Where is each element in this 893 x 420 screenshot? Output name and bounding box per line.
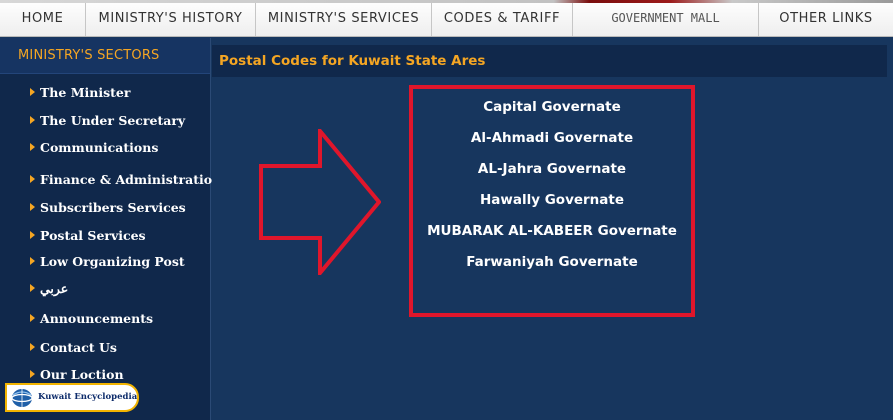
sidebar-item-label: Subscribers Services — [40, 200, 186, 215]
sidebar-item-communications[interactable]: Communications — [30, 137, 158, 155]
bullet-triangle-icon — [30, 116, 35, 124]
sidebar: MINISTRY'S SECTORS The Minister The Unde… — [0, 38, 221, 420]
sidebar-item-our-location[interactable]: Our Loction — [30, 364, 124, 382]
bullet-triangle-icon — [30, 314, 35, 322]
bullet-triangle-icon — [30, 370, 35, 378]
bullet-triangle-icon — [30, 143, 35, 151]
nav-codes-tariff[interactable]: CODES & TARIFF — [432, 3, 573, 36]
sidebar-item-announcements[interactable]: Announcements — [30, 308, 153, 326]
link-al-jahra-governorate[interactable]: AL-Jahra Governate — [413, 161, 691, 177]
nav-government-mall[interactable]: GOVERNMENT MALL — [573, 3, 759, 36]
globe-icon — [11, 389, 33, 407]
sidebar-item-label: Contact Us — [40, 340, 117, 355]
link-capital-governorate[interactable]: Capital Governate — [413, 99, 691, 115]
sidebar-item-label: Low Organizing Post — [40, 254, 185, 269]
main-content: Postal Codes for Kuwait State Ares Capit… — [212, 38, 893, 420]
bullet-triangle-icon — [30, 88, 35, 96]
red-arrow-right-icon — [259, 129, 381, 275]
sidebar-item-label: Communications — [40, 140, 159, 155]
sidebar-item-subscribers-services[interactable]: Subscribers Services — [30, 197, 186, 215]
kuwait-encyclopedia-badge[interactable]: Kuwait Encyclopedia — [5, 383, 139, 412]
sidebar-item-finance-administration[interactable]: Finance & Administration — [30, 169, 221, 187]
link-mubarak-al-kabeer-governorate[interactable]: MUBARAK AL-KABEER Governate — [413, 223, 691, 239]
content-header: Postal Codes for Kuwait State Ares — [212, 45, 887, 77]
nav-ministry-history[interactable]: MINISTRY'S HISTORY — [86, 3, 256, 36]
bullet-triangle-icon — [30, 343, 35, 351]
nav-ministry-services[interactable]: MINISTRY'S SERVICES — [256, 3, 432, 36]
sidebar-header: MINISTRY'S SECTORS — [0, 38, 210, 74]
bullet-triangle-icon — [30, 284, 35, 292]
sidebar-item-label: Our Loction — [40, 367, 124, 382]
sidebar-item-label: عربي — [40, 281, 69, 296]
sidebar-item-postal-services[interactable]: Postal Services — [30, 225, 146, 243]
sidebar-item-contact-us[interactable]: Contact Us — [30, 337, 117, 355]
sidebar-item-label: The Under Secretary — [40, 113, 186, 128]
sidebar-item-label: Announcements — [40, 311, 154, 326]
bullet-triangle-icon — [30, 231, 35, 239]
bullet-triangle-icon — [30, 257, 35, 265]
link-al-ahmadi-governorate[interactable]: Al-Ahmadi Governate — [413, 130, 691, 146]
governorates-highlight-box: Capital Governate Al-Ahmadi Governate AL… — [409, 85, 695, 317]
top-navigation: HOME MINISTRY'S HISTORY MINISTRY'S SERVI… — [0, 0, 893, 37]
link-hawally-governorate[interactable]: Hawally Governate — [413, 192, 691, 208]
page-title: Postal Codes for Kuwait State Ares — [219, 53, 486, 69]
bullet-triangle-icon — [30, 203, 35, 211]
sidebar-item-label: Finance & Administration — [40, 172, 222, 187]
sidebar-item-label: Postal Services — [40, 228, 146, 243]
badge-label: Kuwait Encyclopedia — [38, 392, 138, 402]
sidebar-title: MINISTRY'S SECTORS — [18, 48, 160, 63]
sidebar-item-label: The Minister — [40, 85, 131, 100]
sidebar-item-under-secretary[interactable]: The Under Secretary — [30, 110, 185, 128]
nav-home[interactable]: HOME — [0, 3, 86, 36]
sidebar-item-arabic[interactable]: عربي — [30, 278, 68, 296]
nav-other-links[interactable]: OTHER LINKS — [759, 3, 893, 36]
sidebar-item-low-organizing-post[interactable]: Low Organizing Post — [30, 251, 185, 269]
sidebar-item-minister[interactable]: The Minister — [30, 82, 130, 100]
link-farwaniyah-governorate[interactable]: Farwaniyah Governate — [413, 254, 691, 270]
bullet-triangle-icon — [30, 175, 35, 183]
